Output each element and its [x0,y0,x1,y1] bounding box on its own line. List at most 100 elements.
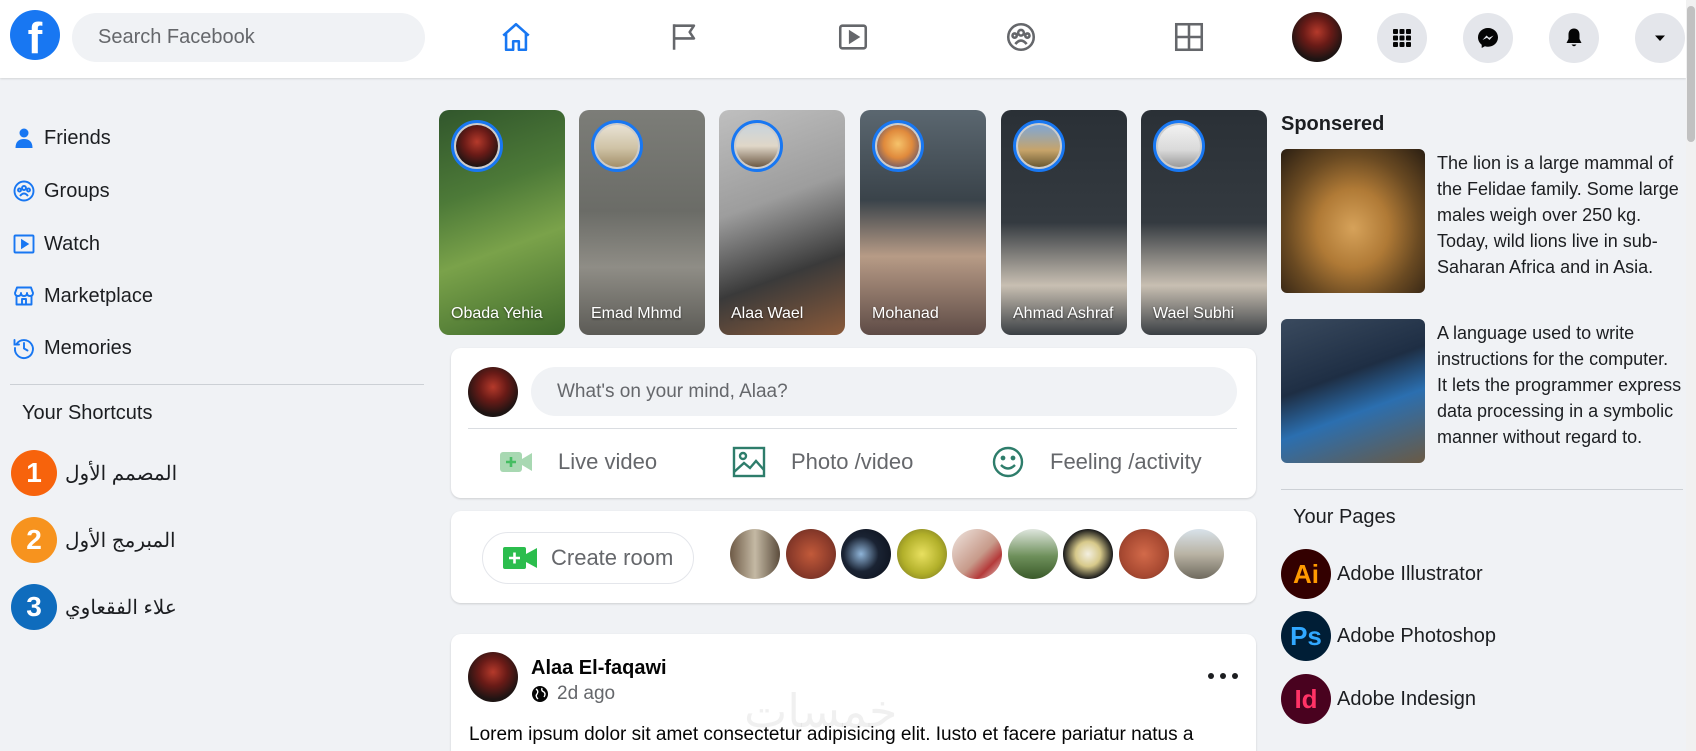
flag-icon[interactable] [661,14,707,60]
ad-description[interactable]: A language used to write instructions fo… [1437,320,1682,450]
profile-avatar[interactable] [1292,12,1342,62]
room-avatar[interactable] [952,529,1002,579]
gaming-grid-icon[interactable] [1166,14,1212,60]
room-video-icon [503,547,537,569]
feeling-icon [992,446,1024,478]
friends-icon [12,126,36,150]
post-time-label: 2d ago [557,683,616,704]
illustrator-logo: Ai [1281,549,1331,599]
story-avatar [591,120,643,172]
search-input[interactable]: Search Facebook [72,13,425,62]
memories-icon [12,336,36,360]
facebook-logo[interactable]: f [10,10,60,60]
story-name: Wael Subhi [1153,305,1235,322]
video-play-icon[interactable] [830,14,876,60]
room-avatar[interactable] [841,529,891,579]
caret-down-icon[interactable] [1635,13,1685,63]
right-divider [1281,489,1683,490]
watch-icon [12,232,36,256]
menu-grid-icon[interactable] [1377,13,1427,63]
indesign-logo: Id [1281,674,1331,724]
page-item-photoshop[interactable]: Ps Adobe Photoshop [1281,611,1496,661]
create-room-button[interactable]: Create room [482,532,694,584]
shortcut-item[interactable]: 2 المبرمج الأول [11,515,176,565]
action-label: Feeling /activity [1050,449,1202,474]
post-options-icon[interactable] [1208,667,1238,685]
ad-image-laptop[interactable] [1281,319,1425,463]
home-icon[interactable] [493,14,539,60]
photoshop-logo: Ps [1281,611,1331,661]
post-timestamp[interactable]: 2d ago [531,683,615,705]
shortcut-label: المبرمج الأول [65,529,176,552]
story-card[interactable]: Emad Mhmd [579,110,705,335]
photo-video-button[interactable]: Photo /video [731,444,913,480]
page-scrollbar[interactable] [1686,0,1696,751]
action-label: Live video [558,449,658,474]
story-card[interactable]: Wael Subhi [1141,110,1267,335]
shortcut-number-badge: 1 [11,450,57,496]
story-name: Obada Yehia [451,305,543,322]
sidebar-item-label: Friends [44,126,111,149]
groups-icon [12,179,36,203]
room-avatar[interactable] [730,529,780,579]
story-name: Emad Mhmd [591,305,682,322]
shortcut-item[interactable]: 1 المصمم الأول [11,448,177,498]
page-item-illustrator[interactable]: Ai Adobe Illustrator [1281,549,1483,599]
page-name: Adobe Photoshop [1337,624,1497,647]
sidebar-item-label: Watch [44,232,100,255]
sidebar-item-label: Marketplace [44,284,153,307]
shortcut-label: المصمم الأول [65,462,178,485]
sidebar-item-memories[interactable]: Memories [12,332,132,364]
page-item-indesign[interactable]: Id Adobe Indesign [1281,674,1476,724]
shortcuts-title: Your Shortcuts [22,402,153,424]
room-avatar[interactable] [897,529,947,579]
room-avatar[interactable] [1174,529,1224,579]
story-avatar [872,120,924,172]
live-video-button[interactable]: Live video [498,444,657,480]
post-text: Lorem ipsum dolor sit amet consectetur a… [469,724,1194,745]
sponsored-title: Sponsered [1281,113,1385,135]
sidebar-item-watch[interactable]: Watch [12,228,100,260]
shortcut-item[interactable]: 3 علاء الفقعاوي [11,582,177,632]
room-avatar[interactable] [1119,529,1169,579]
photo-icon [732,446,766,478]
groups-icon[interactable] [998,14,1044,60]
shortcut-number-badge: 2 [11,517,57,563]
story-avatar [451,120,503,172]
feeling-activity-button[interactable]: Feeling /activity [990,444,1202,480]
story-card[interactable]: Obada Yehia [439,110,565,335]
story-card[interactable]: Alaa Wael [719,110,845,335]
composer-avatar[interactable] [468,367,518,417]
page-name: Adobe Indesign [1337,687,1477,710]
live-video-icon [500,452,532,472]
shortcut-number-badge: 3 [11,584,57,630]
marketplace-icon [12,284,36,308]
sidebar-item-label: Groups [44,179,110,202]
page-name: Adobe Illustrator [1337,562,1483,585]
composer-input[interactable]: What's on your mind, Alaa? [531,367,1237,416]
ad-image-lion[interactable] [1281,149,1425,293]
globe-icon [532,686,548,702]
room-avatar[interactable] [786,529,836,579]
sidebar-divider [10,384,424,385]
ad-description[interactable]: The lion is a large mammal of the Felida… [1437,150,1682,280]
post-author-name[interactable]: Alaa El-faqawi [531,657,667,680]
top-navigation-bar: f Search Facebook [0,0,1686,78]
room-avatar[interactable] [1008,529,1058,579]
sidebar-item-groups[interactable]: Groups [12,175,110,207]
story-card[interactable]: Ahmad Ashraf [1001,110,1127,335]
story-name: Ahmad Ashraf [1013,305,1114,322]
your-pages-title: Your Pages [1293,506,1396,528]
create-room-label: Create room [551,545,674,570]
shortcut-label: علاء الفقعاوي [65,596,177,619]
sidebar-item-friends[interactable]: Friends [12,122,111,154]
room-avatar[interactable] [1063,529,1113,579]
sidebar-item-label: Memories [44,336,132,359]
story-avatar [731,120,783,172]
scrollbar-thumb[interactable] [1687,6,1695,142]
sidebar-item-marketplace[interactable]: Marketplace [12,280,153,312]
post-author-avatar[interactable] [468,652,518,702]
story-card[interactable]: Mohanad [860,110,986,335]
messenger-icon[interactable] [1463,13,1513,63]
bell-icon[interactable] [1549,13,1599,63]
